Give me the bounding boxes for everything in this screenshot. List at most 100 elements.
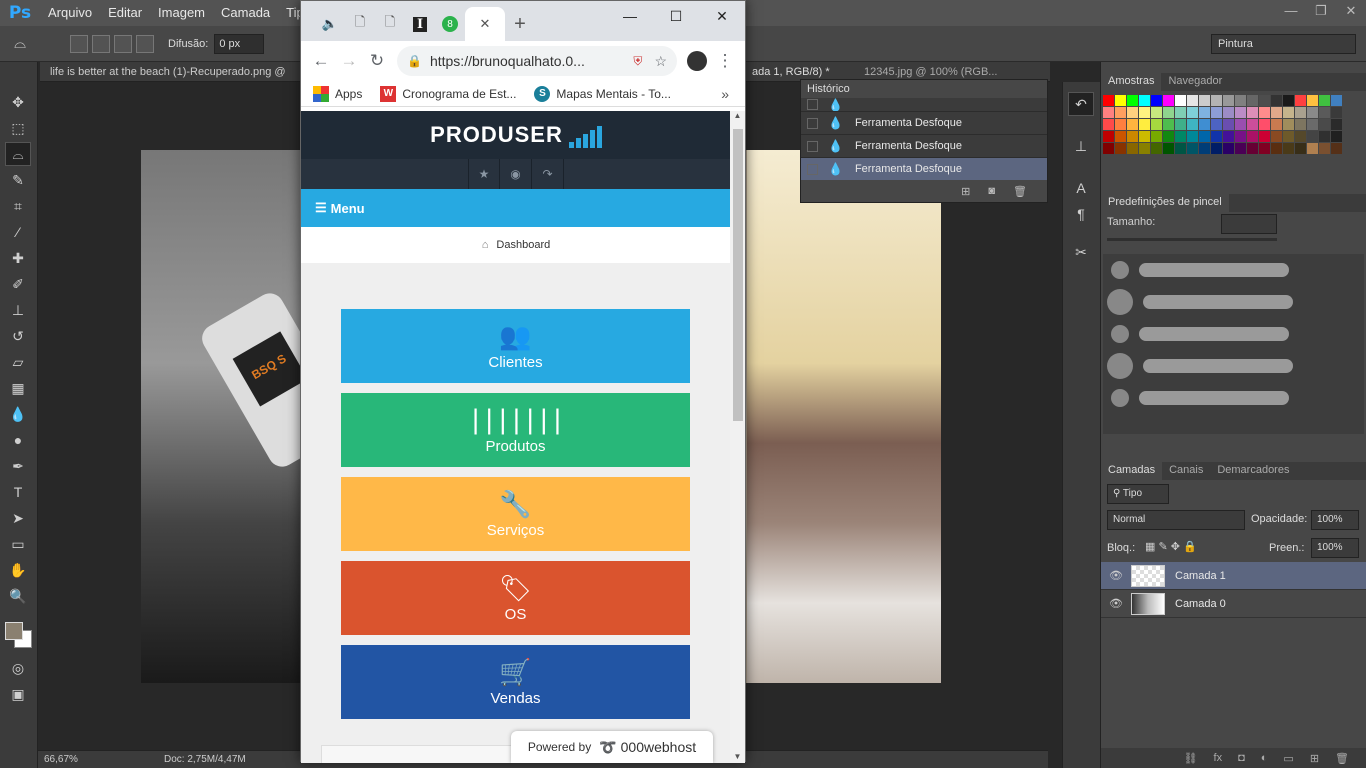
adjustment-icon[interactable]: ◐ bbox=[1261, 752, 1268, 764]
menu-imagem[interactable]: Imagem bbox=[150, 0, 213, 26]
scroll-down-icon[interactable]: ▼ bbox=[730, 752, 745, 761]
avatar[interactable] bbox=[683, 47, 711, 75]
color-swatch[interactable] bbox=[1319, 95, 1330, 106]
menu-kebab-icon[interactable]: ⋮ bbox=[711, 47, 739, 75]
color-swatch[interactable] bbox=[1163, 143, 1174, 154]
color-swatch[interactable] bbox=[1163, 119, 1174, 130]
color-swatch[interactable] bbox=[1127, 143, 1138, 154]
color-swatch[interactable] bbox=[1223, 119, 1234, 130]
gradient-tool-icon[interactable]: ▦ bbox=[5, 376, 31, 400]
color-swatch[interactable] bbox=[1247, 107, 1258, 118]
color-swatch[interactable] bbox=[1151, 107, 1162, 118]
color-swatch[interactable] bbox=[1175, 143, 1186, 154]
mute-icon[interactable]: 🔈 bbox=[315, 7, 345, 41]
active-tab[interactable]: ✕ bbox=[465, 7, 505, 41]
tab-layers[interactable]: Camadas bbox=[1101, 462, 1163, 480]
new-document-icon[interactable]: ⊞ bbox=[961, 185, 970, 198]
path-select-icon[interactable]: ➤ bbox=[5, 506, 31, 530]
character-panel-icon[interactable]: A bbox=[1068, 176, 1094, 200]
shield-icon[interactable]: ⛨ bbox=[633, 54, 642, 69]
color-swatch[interactable] bbox=[1331, 131, 1342, 142]
color-swatch[interactable] bbox=[1211, 143, 1222, 154]
color-swatch[interactable] bbox=[1259, 95, 1270, 106]
powered-by-badge[interactable]: Powered by ➰ 000webhost bbox=[511, 731, 713, 763]
restore-icon[interactable]: ❐ bbox=[1306, 0, 1336, 22]
type-tool-icon[interactable]: T bbox=[5, 480, 31, 504]
color-swatch[interactable] bbox=[1211, 95, 1222, 106]
trash-icon[interactable]: 🗑 bbox=[1335, 752, 1349, 765]
link-icon[interactable]: ⛓ bbox=[1184, 752, 1198, 765]
color-swatch[interactable] bbox=[1283, 95, 1294, 106]
stamp-panel-icon[interactable]: ⊥ bbox=[1068, 134, 1094, 158]
tab-badge[interactable]: 8 bbox=[435, 7, 465, 41]
snapshot-checkbox[interactable] bbox=[807, 163, 818, 175]
workspace-select[interactable]: Pintura bbox=[1211, 34, 1356, 54]
pen-tool-icon[interactable]: ✒ bbox=[5, 454, 31, 478]
dodge-tool-icon[interactable]: ● bbox=[5, 428, 31, 452]
color-swatch[interactable] bbox=[1307, 119, 1318, 130]
color-swatch[interactable] bbox=[1211, 131, 1222, 142]
color-swatch[interactable] bbox=[1235, 107, 1246, 118]
scroll-up-icon[interactable]: ▲ bbox=[730, 111, 745, 120]
eraser-tool-icon[interactable]: ▱ bbox=[5, 350, 31, 374]
quick-select-icon[interactable]: ✎ bbox=[5, 168, 31, 192]
clone-stamp-icon[interactable]: ⊥ bbox=[5, 298, 31, 322]
bookmark-cronograma[interactable]: W Cronograma de Est... bbox=[380, 85, 516, 102]
camera-icon[interactable]: ◙ bbox=[988, 185, 995, 197]
color-swatch[interactable] bbox=[1331, 107, 1342, 118]
color-swatch[interactable] bbox=[1235, 131, 1246, 142]
color-swatch[interactable] bbox=[1163, 131, 1174, 142]
screen-mode-icon[interactable]: ▣ bbox=[5, 682, 31, 706]
move-tool-icon[interactable]: ✥ bbox=[5, 90, 31, 114]
snapshot-checkbox[interactable] bbox=[807, 140, 818, 152]
color-swatch[interactable] bbox=[1163, 107, 1174, 118]
paragraph-panel-icon[interactable]: ¶ bbox=[1068, 202, 1094, 226]
layer-row[interactable]: 👁 Camada 0 bbox=[1101, 590, 1366, 618]
tab-i[interactable]: I bbox=[405, 7, 435, 41]
brush-preset[interactable] bbox=[1103, 286, 1364, 318]
eye-icon[interactable]: ◉ bbox=[500, 159, 532, 189]
fx-icon[interactable]: fx bbox=[1214, 752, 1223, 764]
bookmark-apps[interactable]: Apps bbox=[313, 85, 362, 102]
brush-preset[interactable] bbox=[1103, 254, 1364, 286]
color-swatch[interactable] bbox=[1103, 95, 1114, 106]
tile-servicos[interactable]: 🔧 Serviços bbox=[341, 477, 690, 551]
color-swatch[interactable] bbox=[1187, 107, 1198, 118]
color-swatch[interactable] bbox=[1187, 143, 1198, 154]
hand-tool-icon[interactable]: ✋ bbox=[5, 558, 31, 582]
color-swatch[interactable] bbox=[1271, 131, 1282, 142]
eye-icon[interactable]: 👁 bbox=[1101, 569, 1131, 582]
menu-toggle[interactable]: ☰ Menu bbox=[301, 189, 731, 227]
color-swatch[interactable] bbox=[1139, 143, 1150, 154]
maximize-icon[interactable]: ☐ bbox=[653, 1, 699, 31]
history-title[interactable]: Histórico bbox=[807, 83, 850, 95]
color-swatch[interactable] bbox=[1295, 119, 1306, 130]
color-swatch[interactable] bbox=[1319, 119, 1330, 130]
blur-tool-icon[interactable]: 💧 bbox=[5, 402, 31, 426]
color-swatch[interactable] bbox=[1115, 143, 1126, 154]
color-swatches[interactable] bbox=[0, 614, 37, 654]
doc-tab-beach[interactable]: life is better at the beach (1)-Recupera… bbox=[44, 62, 306, 82]
history-panel-icon[interactable]: ↶ bbox=[1068, 92, 1094, 116]
shape-tool-icon[interactable]: ▭ bbox=[5, 532, 31, 556]
history-row[interactable]: 💧 bbox=[801, 98, 1047, 112]
menu-editar[interactable]: Editar bbox=[100, 0, 150, 26]
close-tab-icon[interactable]: ✕ bbox=[480, 16, 491, 32]
lasso-tool-icon[interactable]: ⌓ bbox=[5, 142, 31, 166]
color-swatch[interactable] bbox=[1331, 143, 1342, 154]
color-swatch[interactable] bbox=[1223, 95, 1234, 106]
color-swatch[interactable] bbox=[1139, 131, 1150, 142]
color-swatch[interactable] bbox=[1295, 95, 1306, 106]
mask-icon[interactable]: ◘ bbox=[1238, 752, 1245, 764]
color-swatch[interactable] bbox=[1295, 131, 1306, 142]
color-swatch[interactable] bbox=[1175, 95, 1186, 106]
subtract-selection-button[interactable] bbox=[114, 34, 132, 53]
color-swatch[interactable] bbox=[1175, 131, 1186, 142]
tile-os[interactable]: 🏷 OS bbox=[341, 561, 690, 635]
color-swatch[interactable] bbox=[1283, 119, 1294, 130]
crop-tool-icon[interactable]: ⌗ bbox=[5, 194, 31, 218]
lasso-tool-icon[interactable]: ⌓ bbox=[0, 35, 40, 52]
history-row[interactable]: 💧 Ferramenta Desfoque bbox=[801, 135, 1047, 158]
eyedropper-icon[interactable]: ⁄ bbox=[5, 220, 31, 244]
lock-icons[interactable]: ▦ ✎ ✥ 🔒 bbox=[1145, 540, 1197, 553]
